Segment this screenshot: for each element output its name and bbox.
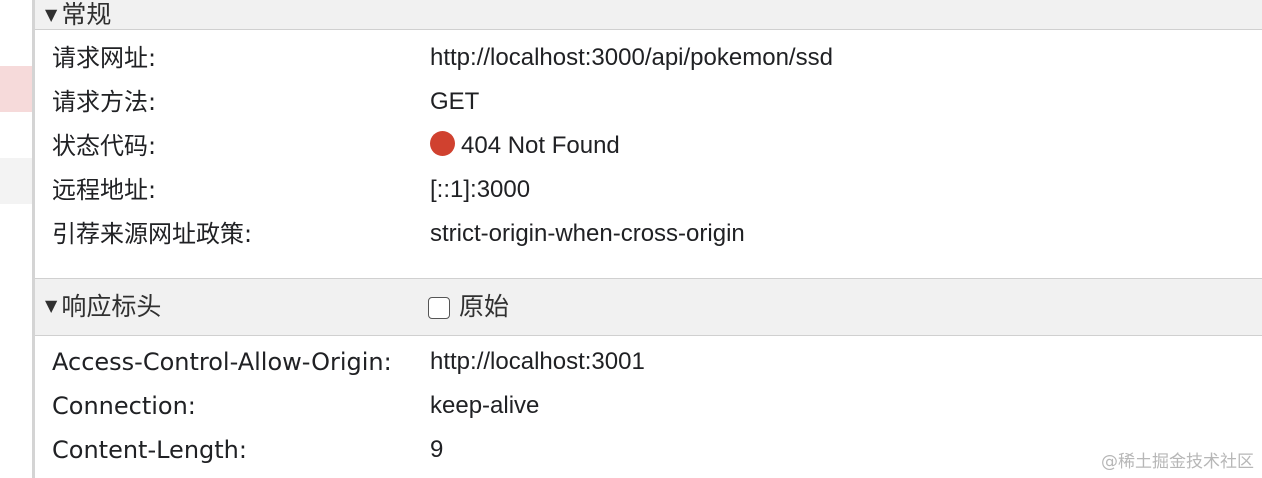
response-header-value[interactable]: http://localhost:3001 [430, 340, 645, 384]
response-header-row: Connection: keep-alive [35, 384, 1262, 428]
status-code-key: 状态代码: [52, 132, 157, 160]
remote-address-row: 远程地址: [::1]:3000 [35, 168, 1262, 212]
general-section-header[interactable]: ▼ 常规 [35, 0, 1262, 30]
remote-address-value[interactable]: [::1]:3000 [430, 168, 530, 212]
request-list-row[interactable] [0, 66, 32, 112]
request-method-value[interactable]: GET [430, 80, 479, 124]
request-method-row: 请求方法: GET [35, 80, 1262, 124]
response-header-value[interactable]: 9 [430, 428, 443, 472]
response-header-row: Access-Control-Allow-Origin: http://loca… [35, 340, 1262, 384]
response-header-row: Content-Length: 9 [35, 428, 1262, 472]
general-section-label: 常规 [61, 0, 112, 29]
response-headers-label: 响应标头 [61, 292, 162, 321]
status-code-value: 404 Not Found [461, 132, 620, 159]
referrer-policy-value[interactable]: strict-origin-when-cross-origin [430, 212, 745, 256]
remote-address-key: 远程地址: [52, 176, 157, 204]
triangle-down-icon: ▼ [45, 296, 58, 315]
request-list-strip [0, 0, 32, 478]
response-headers-title: ▼ 响应标头 [45, 279, 161, 336]
referrer-policy-row: 引荐来源网址政策: strict-origin-when-cross-origi… [35, 212, 1262, 256]
general-section-title: ▼ 常规 [45, 0, 111, 31]
status-dot-icon [430, 131, 455, 157]
request-list-row[interactable] [0, 158, 32, 204]
request-url-value[interactable]: http://localhost:3000/api/pokemon/ssd [430, 36, 833, 80]
response-header-value[interactable]: keep-alive [430, 384, 539, 428]
watermark: @稀土掘金技术社区 [1101, 452, 1254, 472]
status-code-row: 状态代码: 404 Not Found [35, 124, 1262, 168]
response-headers-section-header[interactable]: ▼ 响应标头 原始 [35, 278, 1262, 336]
response-header-key: Access-Control-Allow-Origin: [52, 348, 392, 376]
status-code-value-wrap[interactable]: 404 Not Found [430, 124, 620, 168]
raw-checkbox-label[interactable]: 原始 [459, 279, 509, 335]
referrer-policy-key: 引荐来源网址政策: [52, 220, 253, 248]
raw-checkbox[interactable] [428, 297, 450, 319]
request-method-key: 请求方法: [52, 88, 157, 116]
response-header-key: Connection: [52, 392, 196, 420]
headers-panel: ▼ 常规 请求网址: http://localhost:3000/api/poke… [35, 0, 1262, 478]
response-header-key: Content-Length: [52, 436, 247, 464]
request-url-row: 请求网址: http://localhost:3000/api/pokemon/… [35, 36, 1262, 80]
triangle-down-icon: ▼ [45, 4, 58, 24]
request-url-key: 请求网址: [52, 44, 157, 72]
